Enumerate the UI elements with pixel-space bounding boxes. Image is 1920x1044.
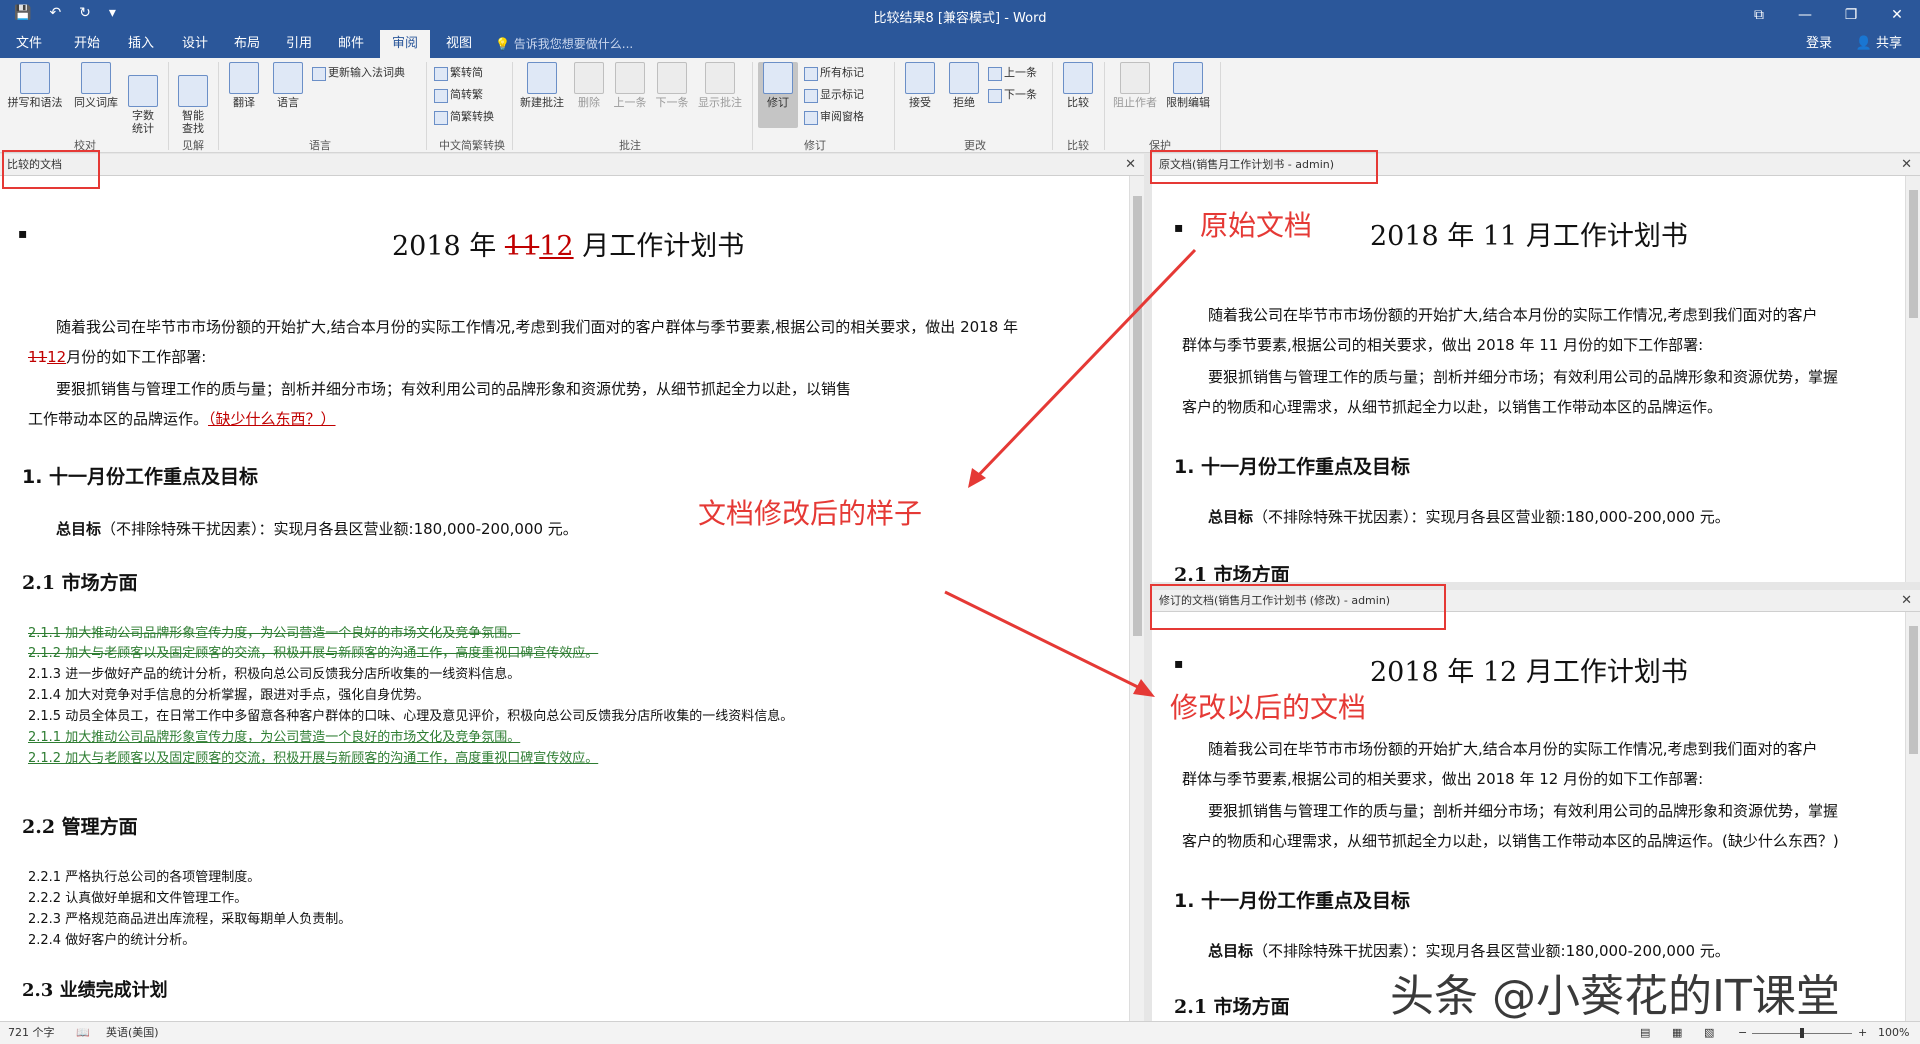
watermark: 头条 @小葵花的IT课堂 (1390, 971, 1840, 1022)
annotation-arrows (944, 248, 1197, 697)
arrow-to-revised (944, 590, 1149, 694)
arrow-original-to-modified (970, 248, 1197, 484)
arrowhead (1133, 679, 1155, 697)
